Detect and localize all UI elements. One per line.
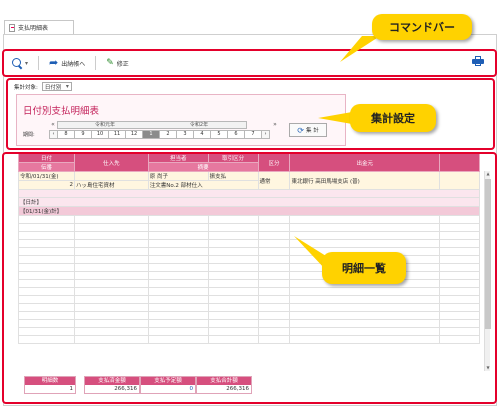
- command-bar-callout: コマンドバー: [372, 14, 472, 40]
- tab-payment-details[interactable]: 支払明細表: [4, 20, 74, 34]
- document-icon: [9, 23, 15, 32]
- tab-label: 支払明細表: [18, 25, 49, 32]
- detail-frame: [2, 152, 497, 404]
- detail-callout: 明細一覧: [322, 252, 406, 284]
- command-bar-frame: [2, 49, 497, 77]
- settings-callout: 集計設定: [350, 104, 436, 132]
